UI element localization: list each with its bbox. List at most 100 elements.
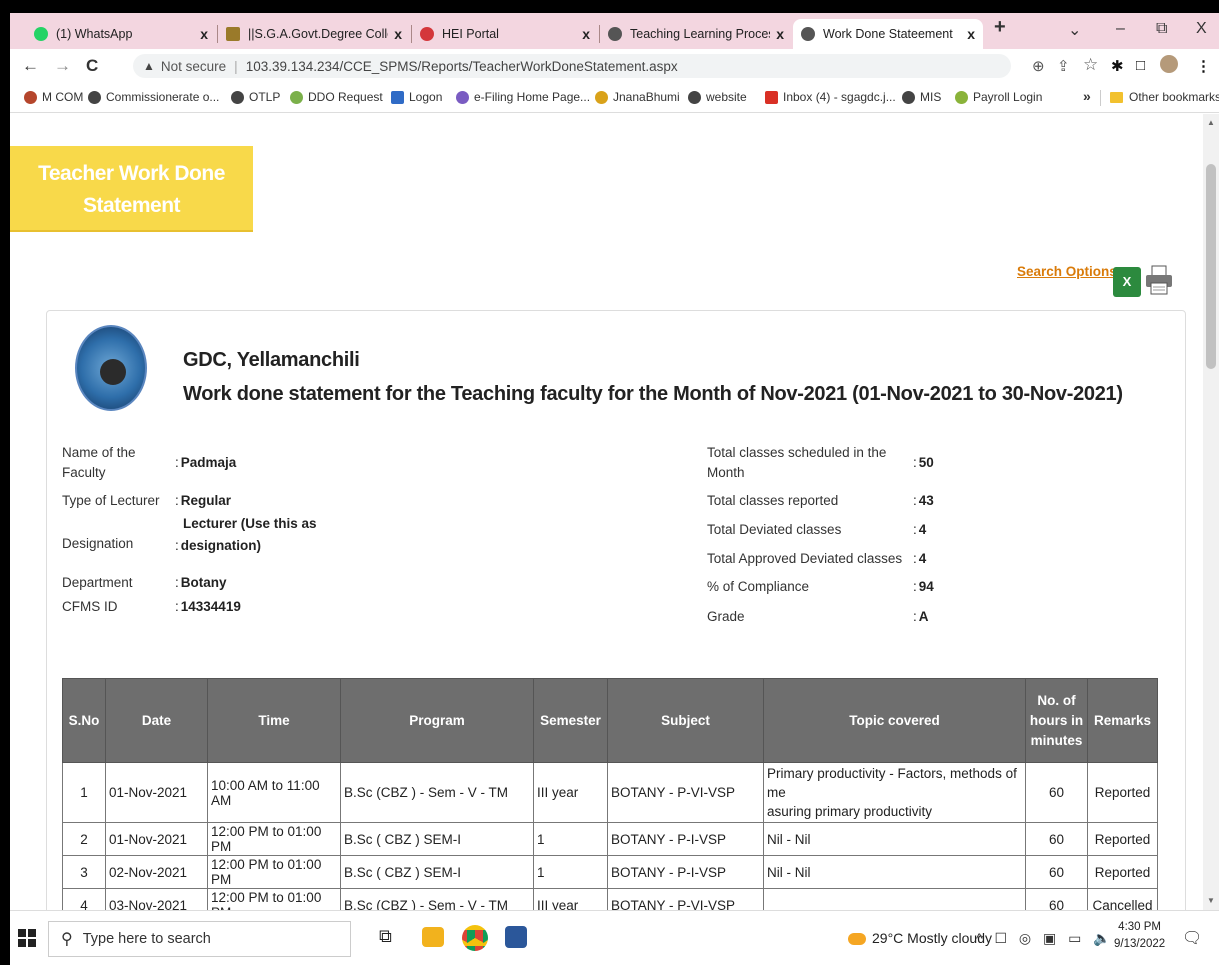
notifications-icon[interactable]: 🗨 <box>1182 928 1202 948</box>
page-banner: Teacher Work Done Statement <box>10 146 253 232</box>
bookmark-ddo-request[interactable]: DDO Request <box>290 90 383 104</box>
compliance-value: :94 <box>913 579 934 594</box>
reload-button[interactable]: C <box>86 56 98 76</box>
col-program[interactable]: Program <box>340 678 534 763</box>
search-options-link[interactable]: Search Options <box>1017 264 1117 279</box>
col-date[interactable]: Date <box>105 678 208 763</box>
warning-icon[interactable]: ▲ <box>143 59 155 73</box>
extensions-icon[interactable]: ✱ <box>1111 57 1124 75</box>
more-bookmarks-button[interactable]: » <box>1083 88 1091 104</box>
cell-date: 03-Nov-2021 <box>105 888 208 910</box>
back-button[interactable]: ← <box>22 56 39 76</box>
bookmark-star-icon[interactable]: ☆ <box>1083 55 1098 75</box>
bookmark-otlp[interactable]: OTLP <box>231 90 280 104</box>
system-tray[interactable]: ^ ☐ ◎ ▣ ▭ 🔈 <box>976 930 1115 947</box>
side-panel-icon[interactable]: □ <box>1136 57 1145 74</box>
banner-line-2: Statement <box>82 194 181 217</box>
col-subject[interactable]: Subject <box>607 678 764 763</box>
url-field[interactable]: ▲ Not secure | 103.39.134.234/CCE_SPMS/R… <box>133 54 1011 78</box>
other-bookmarks-folder[interactable]: Other bookmarks <box>1110 90 1219 104</box>
cell-program: B.Sc ( CBZ ) SEM-I <box>340 855 534 889</box>
file-explorer-icon[interactable] <box>422 927 444 947</box>
tab-close-icon[interactable]: x <box>967 26 975 42</box>
cell-subject: BOTANY - P-VI-VSP <box>607 888 764 910</box>
department-value: : Botany <box>175 575 227 590</box>
cell-program: B.Sc (CBZ ) - Sem - V - TM <box>340 762 534 823</box>
col-semester[interactable]: Semester <box>533 678 608 763</box>
bookmark-logon[interactable]: Logon <box>391 90 442 104</box>
tab-teaching-learning[interactable]: Teaching Learning Process M x <box>600 19 792 49</box>
other-bookmarks-label: Other bookmarks <box>1129 90 1219 104</box>
statement-card: GDC, Yellamanchili Work done statement f… <box>46 310 1186 910</box>
bookmark-mcom[interactable]: M COM <box>24 90 83 104</box>
designation-value: Lecturer (Use this as: designation) <box>175 516 317 553</box>
tab-close-icon[interactable]: x <box>582 26 590 42</box>
cell-program: B.Sc ( CBZ ) SEM-I <box>340 822 534 856</box>
tab-close-icon[interactable]: x <box>394 26 402 42</box>
clock-time: 4:30 PM <box>1118 921 1161 933</box>
bookmark-icon <box>595 90 608 104</box>
col-topic[interactable]: Topic covered <box>763 678 1026 763</box>
cell-date: 01-Nov-2021 <box>105 822 208 856</box>
tab-close-icon[interactable]: x <box>200 26 208 42</box>
profile-avatar[interactable] <box>1160 55 1178 73</box>
vertical-scrollbar[interactable]: ▲ ▼ <box>1203 114 1219 910</box>
bookmark-label: JnanaBhumi <box>613 90 680 104</box>
word-icon[interactable] <box>505 926 527 948</box>
not-secure-label[interactable]: Not secure <box>161 59 226 74</box>
tab-search-icon[interactable]: ⌄ <box>1068 20 1081 40</box>
tab-close-icon[interactable]: x <box>776 26 784 42</box>
share-icon[interactable]: ⇪ <box>1057 57 1070 75</box>
close-window-button[interactable]: X <box>1196 20 1207 38</box>
college-icon <box>226 27 240 41</box>
col-remarks[interactable]: Remarks <box>1087 678 1158 763</box>
tab-whatsapp[interactable]: (1) WhatsApp x <box>26 19 216 49</box>
url-text[interactable]: 103.39.134.234/CCE_SPMS/Reports/TeacherW… <box>246 59 678 74</box>
weather-widget[interactable]: 29°C Mostly cloudy <box>848 930 992 946</box>
col-time[interactable]: Time <box>207 678 341 763</box>
taskbar-clock[interactable]: 4:30 PM 9/13/2022 <box>1114 919 1165 953</box>
forward-button[interactable]: → <box>54 56 71 76</box>
windows-taskbar: ⚲ Type here to search ⧉ 29°C Mostly clou… <box>10 910 1219 965</box>
taskbar-search[interactable]: ⚲ Type here to search <box>48 921 351 957</box>
col-sno[interactable]: S.No <box>62 678 106 763</box>
excel-export-icon[interactable]: X <box>1113 267 1141 297</box>
bookmark-inbox[interactable]: Inbox (4) - sgagdc.j... <box>765 90 896 104</box>
tab-work-done[interactable]: Work Done Stateement x <box>793 19 983 49</box>
browser-menu-icon[interactable]: ⋮ <box>1196 57 1211 75</box>
col-hours[interactable]: No. of hours in minutes <box>1025 678 1088 763</box>
restore-button[interactable]: ⧉ <box>1156 20 1167 38</box>
chrome-icon[interactable] <box>462 925 488 951</box>
lecturer-type-value: : Regular <box>175 493 232 508</box>
cell-minutes: 60 <box>1025 888 1088 910</box>
bookmark-website[interactable]: website <box>688 90 747 104</box>
task-view-icon[interactable]: ⧉ <box>379 926 407 954</box>
windows-start-icon[interactable] <box>18 929 36 947</box>
bookmark-jnanabhumi[interactable]: JnanaBhumi <box>595 90 680 104</box>
scroll-down-arrow[interactable]: ▼ <box>1207 896 1215 905</box>
compliance-label: % of Compliance <box>707 579 810 594</box>
bookmark-mis[interactable]: MIS <box>902 90 941 104</box>
banner-line-1: Teacher Work Done <box>38 162 225 185</box>
bookmark-payroll[interactable]: Payroll Login <box>955 90 1042 104</box>
scroll-up-arrow[interactable]: ▲ <box>1207 118 1215 127</box>
tab-bar: (1) WhatsApp x ||S.G.A.Govt.Degree Colle… <box>10 13 1219 49</box>
tab-hei-portal[interactable]: HEI Portal x <box>412 19 598 49</box>
lecturer-type-label: Type of Lecturer <box>62 493 160 508</box>
new-tab-button[interactable]: + <box>994 16 1006 39</box>
tab-college[interactable]: ||S.G.A.Govt.Degree College || x <box>218 19 410 49</box>
minimize-button[interactable]: – <box>1116 20 1125 38</box>
cell-sno: 3 <box>62 855 106 889</box>
print-icon[interactable] <box>1144 264 1174 296</box>
cell-remarks: Reported <box>1087 822 1158 856</box>
zoom-icon[interactable]: ⊕ <box>1032 57 1045 75</box>
cell-time: 12:00 PM to 01:00 PM <box>207 822 341 856</box>
scrollbar-thumb[interactable] <box>1206 164 1216 369</box>
cell-sno: 1 <box>62 762 106 823</box>
table-row: 4 03-Nov-2021 12:00 PM to 01:00 PM B.Sc … <box>62 888 1158 910</box>
cell-semester: III year <box>533 762 608 823</box>
cell-date: 01-Nov-2021 <box>105 762 208 823</box>
bookmark-commissionerate[interactable]: Commissionerate o... <box>88 90 219 104</box>
bookmark-efiling[interactable]: e-Filing Home Page... <box>456 90 590 104</box>
search-icon: ⚲ <box>61 931 73 948</box>
